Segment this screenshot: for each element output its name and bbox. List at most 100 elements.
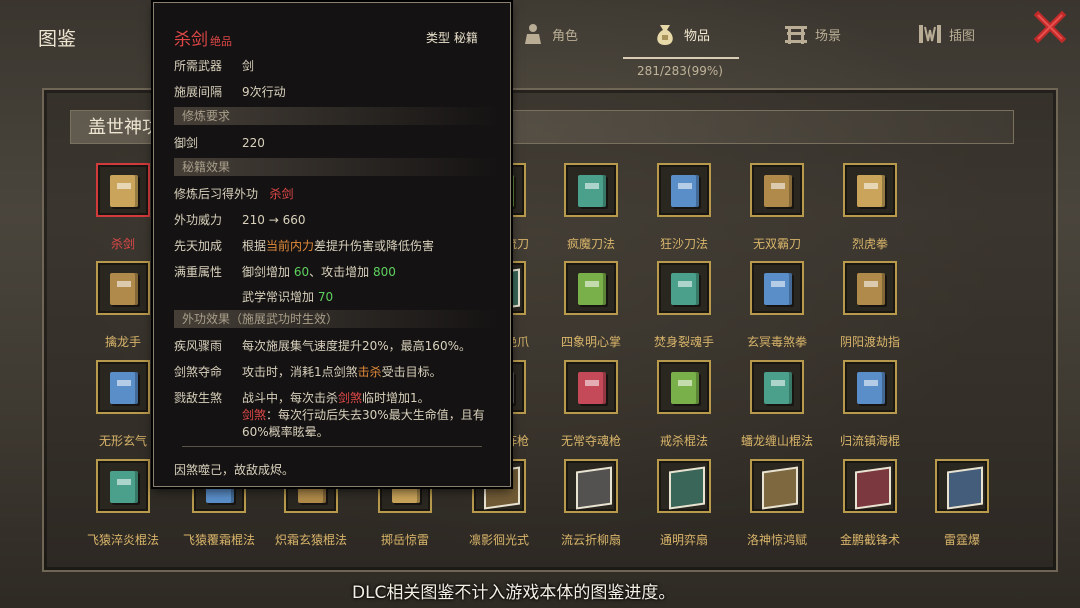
interval-row: 施展间隔 9次行动 — [174, 85, 286, 99]
tab-illustrations[interactable]: 插图 — [917, 14, 975, 54]
item-slot[interactable] — [96, 459, 150, 513]
item-cell[interactable]: 洛神惊鸿赋 — [747, 459, 807, 547]
item-slot[interactable] — [843, 360, 897, 414]
manual-book-icon — [110, 175, 138, 207]
scroll-icon — [947, 466, 983, 510]
item-cell[interactable]: 擒龙手 — [93, 261, 153, 349]
requirement-row: 御剑 220 — [174, 136, 265, 150]
collection-progress: 281/283(99%) — [637, 64, 723, 78]
manual-book-icon — [857, 175, 885, 207]
category-title: 盖世神功 — [88, 117, 160, 138]
item-slot[interactable] — [843, 163, 897, 217]
item-cell[interactable]: 烈虎拳 — [840, 163, 900, 251]
tab-items[interactable]: 物品 — [652, 14, 710, 54]
tooltip-title: 杀剑 绝品 — [174, 25, 232, 50]
item-cell[interactable]: 四象明心掌 — [561, 261, 621, 349]
item-cell[interactable]: 焚身裂魂手 — [654, 261, 714, 349]
item-slot[interactable] — [750, 261, 804, 315]
item-slot[interactable] — [564, 261, 618, 315]
tooltip-flavor-text: 因煞噬己，故敌成烬。 — [174, 463, 295, 477]
tooltip-item-name: 杀剑 — [174, 30, 208, 50]
item-cell[interactable]: 金鹏截锋术 — [840, 459, 900, 547]
item-label: 雷霆爆 — [943, 533, 980, 547]
full-attr-row: 满重属性 御剑增加 60、攻击增加 800 — [174, 265, 396, 279]
tab-label: 物品 — [684, 28, 711, 44]
illustration-icon — [917, 21, 943, 47]
item-cell[interactable]: 流云折柳扇 — [561, 459, 621, 547]
item-slot[interactable] — [564, 459, 618, 513]
scroll-icon — [576, 466, 612, 510]
item-slot[interactable] — [935, 459, 989, 513]
tab-character[interactable]: 角色 — [520, 14, 578, 54]
item-label: 归流镇海棍 — [839, 434, 900, 448]
item-slot[interactable] — [96, 261, 150, 315]
tab-label: 场景 — [815, 28, 842, 44]
item-cell[interactable]: 雷霆爆 — [932, 459, 992, 547]
manual-book-icon — [857, 372, 885, 404]
tab-label: 插图 — [949, 28, 976, 44]
item-slot[interactable] — [657, 360, 711, 414]
item-cell[interactable]: 归流镇海棍 — [840, 360, 900, 448]
item-tooltip: 杀剑 绝品 类型 秘籍 所需武器剑 施展间隔 9次行动 修炼要求 御剑 220 秘籍效… — [153, 2, 511, 487]
scroll-icon — [855, 466, 891, 510]
item-cell[interactable]: 戒杀棍法 — [654, 360, 714, 448]
dlc-notice: DLC相关图鉴不计入游戏本体的图鉴进度。 — [352, 583, 676, 603]
tooltip-divider — [182, 446, 482, 447]
item-cell[interactable]: 无双霸刀 — [747, 163, 807, 251]
item-label: 烈虎拳 — [851, 237, 888, 251]
scene-icon — [783, 21, 809, 47]
power-row: 外功威力 210 → 660 — [174, 213, 306, 227]
manual-book-icon — [764, 273, 792, 305]
item-slot[interactable] — [750, 360, 804, 414]
item-cell[interactable]: 通明弈扇 — [654, 459, 714, 547]
manual-book-icon — [764, 372, 792, 404]
item-slot[interactable] — [96, 163, 150, 217]
manual-book-icon — [857, 273, 885, 305]
item-slot[interactable] — [96, 360, 150, 414]
page-title: 图鉴 — [38, 28, 77, 50]
close-x-icon — [1033, 10, 1067, 44]
item-cell[interactable]: 玄冥毒煞拳 — [747, 261, 807, 349]
manual-book-icon — [671, 273, 699, 305]
section-external: 外功效果（施展武功时生效） — [174, 310, 502, 328]
section-effect: 秘籍效果 — [174, 158, 502, 176]
item-cell[interactable]: 疯魔刀法 — [561, 163, 621, 251]
item-slot[interactable] — [843, 261, 897, 315]
item-cell[interactable]: 无常夺魂枪 — [561, 360, 621, 448]
full-attr-row-2: 武学常识增加 70 — [242, 290, 334, 304]
item-cell[interactable]: 无形玄气 — [93, 360, 153, 448]
effect-row-3: 戮敌生煞 战斗中，每次击杀剑煞临时增加1。 — [174, 391, 430, 405]
item-slot[interactable] — [657, 261, 711, 315]
item-cell[interactable]: 飞猿淬炎棍法 — [87, 459, 159, 547]
manual-book-icon — [110, 273, 138, 305]
manual-book-icon — [110, 372, 138, 404]
item-cell[interactable]: 阴阳渡劫指 — [840, 261, 900, 349]
tab-scenes[interactable]: 场景 — [783, 14, 841, 54]
item-cell[interactable]: 蟠龙缠山棍法 — [741, 360, 813, 448]
close-button[interactable] — [1033, 10, 1067, 44]
effect-row-3b: 剑煞：每次行动后失去30%最大生命值，且有 — [242, 408, 485, 422]
manual-book-icon — [110, 471, 138, 503]
item-slot[interactable] — [657, 163, 711, 217]
item-cell[interactable]: 杀剑 — [93, 163, 153, 251]
effect-row-3c: 60%概率眩晕。 — [242, 425, 329, 439]
scroll-icon — [669, 466, 705, 510]
item-label: 阴阳渡劫指 — [839, 335, 900, 349]
item-slot[interactable] — [564, 360, 618, 414]
learn-row: 修炼后习得外功 杀剑 — [174, 187, 294, 201]
effect-row-1: 疾风骤雨 每次施展集气速度提升20%，最高160%。 — [174, 339, 471, 353]
item-slot[interactable] — [564, 163, 618, 217]
item-slot[interactable] — [750, 459, 804, 513]
tab-label: 角色 — [552, 28, 579, 44]
tooltip-grade: 绝品 — [210, 35, 232, 48]
item-slot[interactable] — [843, 459, 897, 513]
active-tab-underline — [623, 57, 739, 59]
item-slot[interactable] — [657, 459, 711, 513]
manual-book-icon — [578, 273, 606, 305]
item-slot[interactable] — [750, 163, 804, 217]
item-cell[interactable]: 狂沙刀法 — [654, 163, 714, 251]
manual-book-icon — [764, 175, 792, 207]
character-icon — [520, 21, 546, 47]
manual-book-icon — [671, 372, 699, 404]
innate-row: 先天加成 根据当前内力差提升伤害或降低伤害 — [174, 239, 435, 253]
